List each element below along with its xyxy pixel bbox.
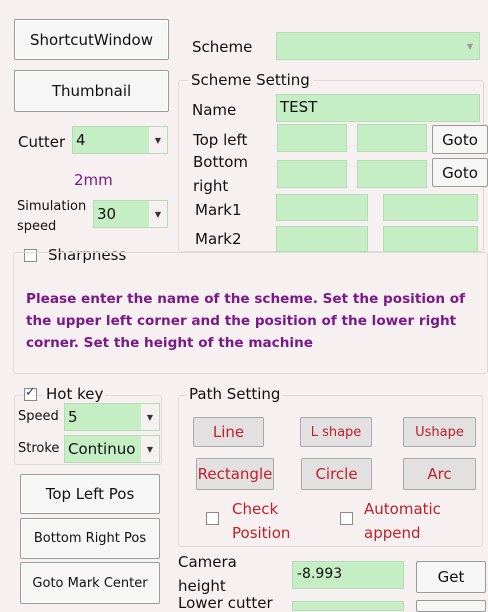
bottom-right-pos-button[interactable]: Bottom Right Pos (20, 518, 160, 559)
bottom-right-x-input[interactable] (277, 160, 347, 188)
chevron-down-icon: ▼ (141, 436, 159, 462)
cutter-label: Cutter (18, 133, 66, 151)
speed-value: 5 (68, 408, 78, 426)
get-camera-height-button[interactable]: Get (416, 561, 486, 593)
stroke-label: Stroke (18, 441, 60, 456)
bottom-right-label-1: Bottom (193, 153, 249, 171)
auto-append-label-2: append (364, 524, 421, 542)
stroke-value: Continuo (68, 440, 136, 458)
hotkey-label: Hot key (43, 385, 107, 403)
scheme-select[interactable]: ▼ (276, 32, 480, 60)
stroke-select[interactable]: Continuo ▼ (64, 435, 160, 463)
instruction-message: Please enter the name of the scheme. Set… (26, 291, 465, 351)
goto-bottom-right-button[interactable]: Goto (432, 158, 488, 187)
check-position-checkbox[interactable] (206, 512, 219, 525)
simulation-speed-label-1: Simulation (17, 199, 87, 214)
path-setting-title: Path Setting (186, 385, 284, 403)
chevron-down-icon: ▼ (149, 127, 167, 153)
lower-cutter-input[interactable] (292, 601, 404, 611)
camera-height-input[interactable]: -8.993 (292, 561, 404, 589)
cutter-value: 4 (76, 131, 86, 149)
bottom-right-y-input[interactable] (357, 160, 427, 188)
mark1-x-input[interactable] (276, 194, 368, 221)
shortcut-window-button[interactable]: ShortcutWindow (14, 19, 169, 60)
speed-select[interactable]: 5 ▼ (64, 403, 160, 431)
auto-append-label-1: Automatic (364, 500, 441, 518)
speed-label: Speed (18, 409, 59, 424)
name-input[interactable]: TEST (276, 94, 480, 122)
bottom-right-label-2: right (193, 177, 229, 195)
simulation-speed-value: 30 (97, 205, 117, 223)
chevron-down-icon: ▼ (461, 33, 479, 59)
camera-height-label-1: Camera (178, 553, 237, 571)
mark2-y-input[interactable] (383, 226, 478, 252)
top-left-x-input[interactable] (277, 124, 347, 152)
thumbnail-button[interactable]: Thumbnail (14, 70, 169, 112)
mark2-x-input[interactable] (276, 226, 368, 252)
rectangle-button[interactable]: Rectangle (196, 458, 274, 490)
arc-button[interactable]: Arc (403, 458, 476, 490)
scheme-label: Scheme (192, 38, 253, 56)
top-left-label: Top left (193, 131, 248, 149)
lower-cutter-button[interactable] (416, 600, 486, 612)
hotkey-checkbox[interactable] (24, 385, 37, 401)
lower-cutter-label: Lower cutter (178, 594, 273, 612)
camera-height-label-2: height (178, 577, 226, 595)
u-shape-button[interactable]: Ushape (403, 417, 476, 447)
mark2-label: Mark2 (195, 230, 242, 248)
chevron-down-icon: ▼ (141, 404, 159, 430)
goto-top-left-button[interactable]: Goto (432, 125, 488, 154)
top-left-pos-button[interactable]: Top Left Pos (20, 474, 160, 514)
mark1-label: Mark1 (195, 201, 242, 219)
check-position-label-2: Position (232, 524, 291, 542)
auto-append-checkbox[interactable] (340, 512, 353, 525)
simulation-speed-label-2: speed (17, 219, 57, 234)
chevron-down-icon: ▼ (149, 201, 167, 227)
l-shape-button[interactable]: L shape (300, 417, 372, 447)
cutter-size-label: 2mm (74, 171, 113, 189)
mark1-y-input[interactable] (383, 194, 478, 221)
goto-mark-center-button[interactable]: Goto Mark Center (20, 562, 160, 604)
circle-button[interactable]: Circle (301, 458, 372, 490)
line-button[interactable]: Line (193, 417, 264, 447)
cutter-select[interactable]: 4 ▼ (72, 126, 168, 154)
top-left-y-input[interactable] (357, 124, 427, 152)
check-position-label-1: Check (232, 500, 279, 518)
name-label: Name (192, 101, 237, 119)
simulation-speed-select[interactable]: 30 ▼ (93, 200, 168, 228)
scheme-setting-title: Scheme Setting (188, 71, 313, 89)
